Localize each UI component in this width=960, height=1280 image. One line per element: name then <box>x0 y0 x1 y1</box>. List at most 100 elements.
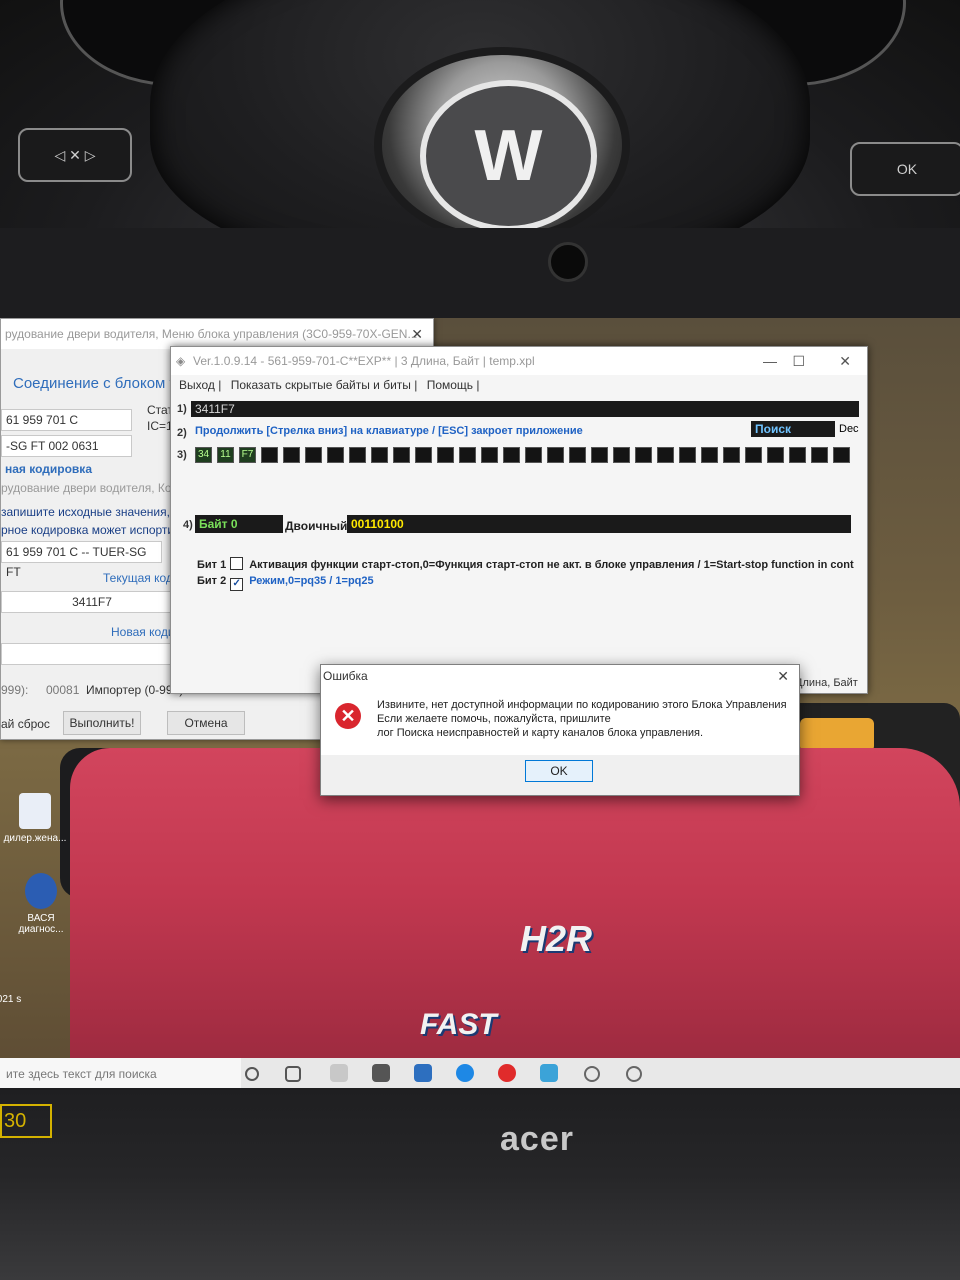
desktop-side-text: 021 s <box>0 994 22 1005</box>
new-coding-field[interactable] <box>1 643 187 665</box>
hex-byte-empty[interactable] <box>833 447 850 463</box>
app-icon[interactable] <box>584 1066 600 1082</box>
bit-2-checkbox[interactable]: ✓ <box>230 578 244 591</box>
hex-byte-empty[interactable] <box>701 447 718 463</box>
wallpaper-headlight <box>800 718 874 752</box>
hex-byte-empty[interactable] <box>481 447 498 463</box>
hex-byte-empty[interactable] <box>349 447 366 463</box>
ok-button[interactable]: OK <box>525 760 593 782</box>
status-tail: Длина, Байт <box>795 677 858 689</box>
hex-byte-empty[interactable] <box>327 447 344 463</box>
maximize-icon[interactable]: ☐ <box>792 347 805 375</box>
hex-byte-empty[interactable] <box>723 447 740 463</box>
hex-byte-empty[interactable] <box>261 447 278 463</box>
laptop-badge: 30 <box>0 1104 52 1138</box>
byte-editor-title: Ver.1.0.9.14 - 561-959-701-C**EXP** | 3 … <box>193 354 535 368</box>
bit-2-label: Бит 2 <box>197 575 227 587</box>
hex-byte-empty[interactable] <box>503 447 520 463</box>
binary-label: Двоичный: <box>285 519 352 533</box>
hex-byte-empty[interactable] <box>415 447 432 463</box>
error-dialog: Ошибка ✕ ✕ Извините, нет доступной инфор… <box>320 664 800 796</box>
importer-left-label: 999): <box>1 683 29 697</box>
coding-label: ная кодировка <box>5 462 92 476</box>
hex-byte-empty[interactable] <box>591 447 608 463</box>
row-3-label: 3) <box>177 449 187 461</box>
current-coding-field[interactable]: 3411F7 <box>1 591 183 613</box>
hex-byte-strip: 34 11 F7 <box>195 447 859 463</box>
hex-byte-empty[interactable] <box>679 447 696 463</box>
hex-byte-empty[interactable] <box>371 447 388 463</box>
desktop-icon-label: ВАСЯ диагнос... <box>18 913 64 935</box>
bit-1-row: Бит 1 Активация функции старт-стоп,0=Функ… <box>197 557 854 571</box>
menu-exit[interactable]: Выход | <box>179 378 221 392</box>
ic-label: IC=1 <box>147 419 173 433</box>
hex-byte-empty[interactable] <box>635 447 652 463</box>
coding-window2-title: рудование двери водителя, Кодир <box>1 481 192 495</box>
hex-byte-empty[interactable] <box>767 447 784 463</box>
hint-line-2: рное кодировка может испортить <box>1 523 186 537</box>
app-icon: ◈ <box>176 354 186 368</box>
row-1-label: 1) <box>177 403 187 415</box>
wallpaper-fast-logo: FAST <box>420 1008 497 1041</box>
binary-value-field[interactable]: 00110100 <box>347 515 851 533</box>
hex-byte-empty[interactable] <box>745 447 762 463</box>
hex-byte-empty[interactable] <box>437 447 454 463</box>
hex-byte-empty[interactable] <box>283 447 300 463</box>
reset-label: ай сброс <box>1 717 50 731</box>
hex-byte-0[interactable]: 34 <box>195 447 212 463</box>
hex-byte-empty[interactable] <box>305 447 322 463</box>
sg-field: -SG FT 002 0631 <box>1 435 132 457</box>
mail-icon[interactable] <box>414 1064 432 1082</box>
error-icon: ✕ <box>335 703 361 729</box>
yandex-icon[interactable] <box>498 1064 516 1082</box>
edge-icon[interactable] <box>456 1064 474 1082</box>
file-explorer-icon[interactable] <box>330 1064 348 1082</box>
close-icon[interactable]: ✕ <box>777 665 789 687</box>
cancel-button[interactable]: Отмена <box>167 711 245 735</box>
laptop-chassis <box>0 1090 960 1280</box>
coding-window-title: рудование двери водителя, Меню блока упр… <box>5 327 418 341</box>
task-view-icon[interactable] <box>285 1066 301 1082</box>
desktop-icon-doc[interactable]: дилер.жена... <box>0 793 70 844</box>
hex-byte-empty[interactable] <box>657 447 674 463</box>
menu-show-hidden[interactable]: Показать скрытые байты и биты | <box>231 378 418 392</box>
coding-value-bar: 3411F7 <box>191 401 859 417</box>
hex-byte-2[interactable]: F7 <box>239 447 256 463</box>
search-field[interactable]: Поиск <box>751 421 835 437</box>
error-message-line-3: лог Поиска неисправностей и карту канало… <box>377 727 704 739</box>
close-icon[interactable]: ✕ <box>411 319 423 349</box>
app-icon[interactable] <box>540 1064 558 1082</box>
error-message-line-1: Извините, нет доступной информации по ко… <box>377 699 787 711</box>
hex-byte-empty[interactable] <box>811 447 828 463</box>
wheel-ok-button: OK <box>850 142 960 196</box>
hex-byte-empty[interactable] <box>459 447 476 463</box>
close-icon[interactable]: ✕ <box>839 347 851 375</box>
hint-line-1: запишите исходные значения, пр <box>1 505 187 519</box>
hex-byte-empty[interactable] <box>569 447 586 463</box>
instruction-text: Продолжить [Стрелка вниз] на клавиатуре … <box>195 425 583 437</box>
byte-editor-window: ◈ Ver.1.0.9.14 - 561-959-701-C**EXP** | … <box>170 346 868 694</box>
menu-help[interactable]: Помощь | <box>427 378 480 392</box>
cortana-icon[interactable] <box>245 1067 259 1081</box>
desktop-icon-vasya[interactable]: ВАСЯ диагнос... <box>6 873 76 935</box>
laptop-screen: H2R FAST дилер.жена... ВАСЯ диагнос... 0… <box>0 318 960 1088</box>
bit-2-row: Бит 2 ✓ Режим,0=pq35 / 1=pq25 <box>197 575 374 591</box>
part-full-field: 61 959 701 C -- TUER-SG FT <box>1 541 162 579</box>
minimize-icon[interactable]: — <box>763 347 777 375</box>
bit-1-checkbox[interactable] <box>230 557 244 570</box>
hex-byte-empty[interactable] <box>613 447 630 463</box>
row-4-label: 4) <box>183 519 193 531</box>
coding-window-titlebar: рудование двери водителя, Меню блока упр… <box>1 319 433 349</box>
mute-icon: ◁ ✕ ▷ <box>18 128 132 182</box>
execute-button[interactable]: Выполнить! <box>63 711 141 735</box>
hex-byte-empty[interactable] <box>547 447 564 463</box>
hex-byte-empty[interactable] <box>525 447 542 463</box>
store-icon[interactable] <box>372 1064 390 1082</box>
app-icon[interactable] <box>626 1066 642 1082</box>
hex-byte-1[interactable]: 11 <box>217 447 234 463</box>
taskbar-search-input[interactable]: ите здесь текст для поиска <box>0 1058 241 1088</box>
bit-2-text: Режим,0=pq35 / 1=pq25 <box>249 575 374 587</box>
taskbar: ите здесь текст для поиска <box>0 1058 960 1088</box>
hex-byte-empty[interactable] <box>789 447 806 463</box>
hex-byte-empty[interactable] <box>393 447 410 463</box>
